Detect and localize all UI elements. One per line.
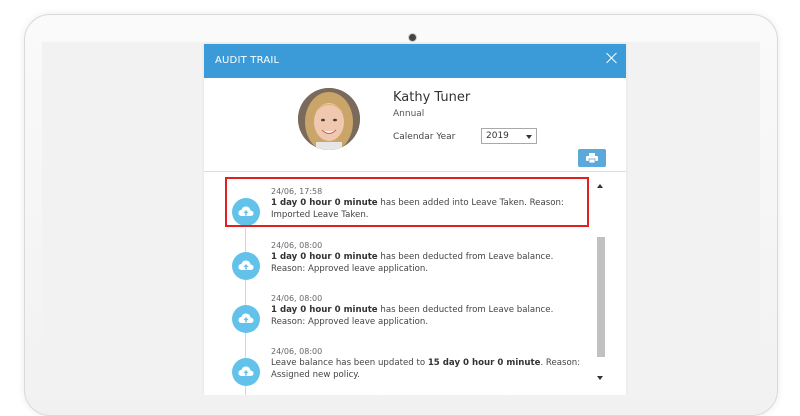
- close-icon[interactable]: [604, 50, 620, 66]
- calendar-year-label: Calendar Year: [393, 132, 456, 142]
- employee-name: Kathy Tuner: [393, 90, 471, 105]
- entry-time: 24/06, 08:00: [271, 241, 323, 250]
- calendar-year-value: 2019: [486, 131, 509, 141]
- avatar: [298, 88, 360, 150]
- leave-type: Annual: [393, 109, 425, 119]
- entry-text: 1 day 0 hour 0 minute has been added int…: [271, 198, 564, 220]
- printer-icon: [586, 153, 598, 163]
- scroll-up-icon[interactable]: [597, 184, 603, 188]
- print-button[interactable]: [578, 149, 606, 167]
- entry-text: 1 day 0 hour 0 minute has been deducted …: [271, 305, 554, 327]
- scrollbar[interactable]: [596, 181, 605, 383]
- screen: AUDIT TRAIL Kathy Tuner Annual Calendar …: [42, 42, 760, 395]
- cloud-upload-icon: [232, 252, 260, 280]
- camera-icon: [409, 34, 416, 41]
- entry-text: Leave balance has been updated to 15 day…: [271, 358, 581, 380]
- chevron-down-icon: [526, 135, 532, 139]
- modal-title: AUDIT TRAIL: [215, 55, 280, 66]
- entry-time: 24/06, 08:00: [271, 347, 323, 356]
- divider: [204, 171, 626, 172]
- cloud-upload-icon: [232, 305, 260, 333]
- entry-time: 24/06, 17:58: [271, 187, 323, 196]
- entry-text: 1 day 0 hour 0 minute has been deducted …: [271, 252, 554, 274]
- entry-time: 24/06, 08:00: [271, 294, 323, 303]
- scroll-thumb[interactable]: [597, 237, 605, 357]
- modal-header: AUDIT TRAIL: [204, 44, 626, 78]
- audit-timeline: 24/06, 17:58 1 day 0 hour 0 minute has b…: [204, 174, 596, 395]
- cloud-upload-icon: [232, 198, 260, 226]
- audit-trail-modal: AUDIT TRAIL Kathy Tuner Annual Calendar …: [204, 44, 626, 395]
- calendar-year-select[interactable]: 2019: [481, 128, 537, 144]
- cloud-upload-icon: [232, 358, 260, 386]
- scroll-down-icon[interactable]: [597, 376, 603, 380]
